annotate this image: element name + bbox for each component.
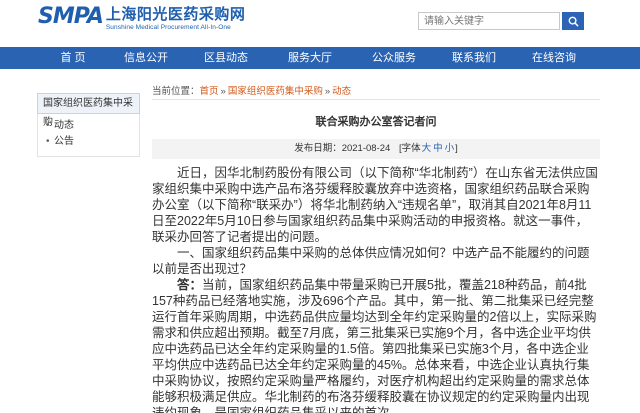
publish-date: 发布日期：2021-08-24	[294, 143, 391, 154]
nav-item-home[interactable]: 首 页	[40, 47, 106, 69]
breadcrumb-separator: »	[324, 86, 331, 97]
article-paragraph: 近日，因华北制药股份有限公司（以下简称“华北制药”）在山东省无法供应国家组织集中…	[152, 166, 598, 244]
article-title: 联合采购办公室答记者问	[315, 116, 437, 128]
font-size-small[interactable]: 小	[445, 143, 455, 154]
logo-english-name: Sunshine Medical Procurement All-In-One	[105, 24, 231, 31]
sidebar-item-news[interactable]: • 动态	[46, 118, 139, 134]
breadcrumb-home[interactable]: 首页	[200, 86, 219, 97]
font-size-large[interactable]: 大	[422, 143, 432, 154]
bullet-icon: •	[46, 136, 50, 147]
main-nav: 首 页 信息公开 区县动态 服务大厅 公众服务 联系我们 在线咨询	[0, 47, 640, 69]
nav-item-info-disclosure[interactable]: 信息公开	[106, 47, 186, 69]
font-size-medium[interactable]: 中	[433, 143, 443, 154]
search-input[interactable]	[418, 12, 560, 30]
nav-item-district-news[interactable]: 区县动态	[186, 47, 266, 69]
bullet-icon: •	[46, 120, 50, 131]
main-content: 当前位置：首页» 国家组织医药集中采购» 动态 联合采购办公室答记者问 发布日期：2…	[152, 84, 600, 413]
sidebar-title[interactable]: 国家组织医药集中采购	[37, 93, 140, 128]
font-size-label: [字体	[398, 143, 421, 154]
breadcrumb-prefix: 当前位置：	[152, 86, 200, 97]
breadcrumb-separator: »	[220, 86, 226, 97]
logo-smpa-text: SMPA	[38, 4, 104, 29]
sidebar-item-label: 公告	[54, 136, 74, 147]
logo-text-block: 上海阳光医药采购网 Sunshine Medical Procurement A…	[106, 6, 246, 32]
nav-item-service-hall[interactable]: 服务大厅	[266, 47, 354, 69]
sidebar-item-label: 动态	[54, 120, 74, 131]
nav-item-contact-us[interactable]: 联系我们	[434, 47, 514, 69]
breadcrumb-national-procurement[interactable]: 国家组织医药集中采购	[228, 86, 323, 97]
sidebar-item-announcement[interactable]: • 公告	[46, 134, 139, 150]
nav-item-public-service[interactable]: 公众服务	[354, 47, 434, 69]
sidebar: 国家组织医药集中采购 • 动态 • 公告	[37, 93, 140, 157]
breadcrumb: 当前位置：首页» 国家组织医药集中采购» 动态	[152, 84, 600, 100]
article-body: 近日，因华北制药股份有限公司（以下简称“华北制药”）在山东省无法供应国家组织集中…	[152, 165, 600, 413]
search-icon	[568, 16, 579, 27]
nav-item-online-consult[interactable]: 在线咨询	[514, 47, 594, 69]
site-header: SMPA 上海阳光医药采购网 Sunshine Medical Procurem…	[0, 0, 640, 44]
answer-text: 当前，国家组织药品集中带量采购已开展5批，覆盖218种药品，前4批157种药品已…	[152, 278, 597, 413]
article-answer: 答：当前，国家组织药品集中带量采购已开展5批，覆盖218种药品，前4批157种药…	[152, 277, 600, 413]
article-meta: 发布日期：2021-08-24 [字体大中小]	[152, 139, 600, 159]
breadcrumb-news[interactable]: 动态	[332, 86, 351, 97]
site-logo[interactable]: SMPA 上海阳光医药采购网 Sunshine Medical Procurem…	[38, 6, 245, 38]
answer-label: 答：	[177, 278, 203, 292]
font-size-close: ]	[455, 143, 458, 154]
logo-chinese-name: 上海阳光医药采购网	[105, 5, 246, 23]
search-button[interactable]	[562, 12, 584, 30]
sidebar-list: • 动态 • 公告	[37, 114, 140, 157]
article-question: 一、国家组织药品集中采购的总体供应情况如何？中选产品不能履约的问题以前是否出现过…	[152, 246, 590, 276]
